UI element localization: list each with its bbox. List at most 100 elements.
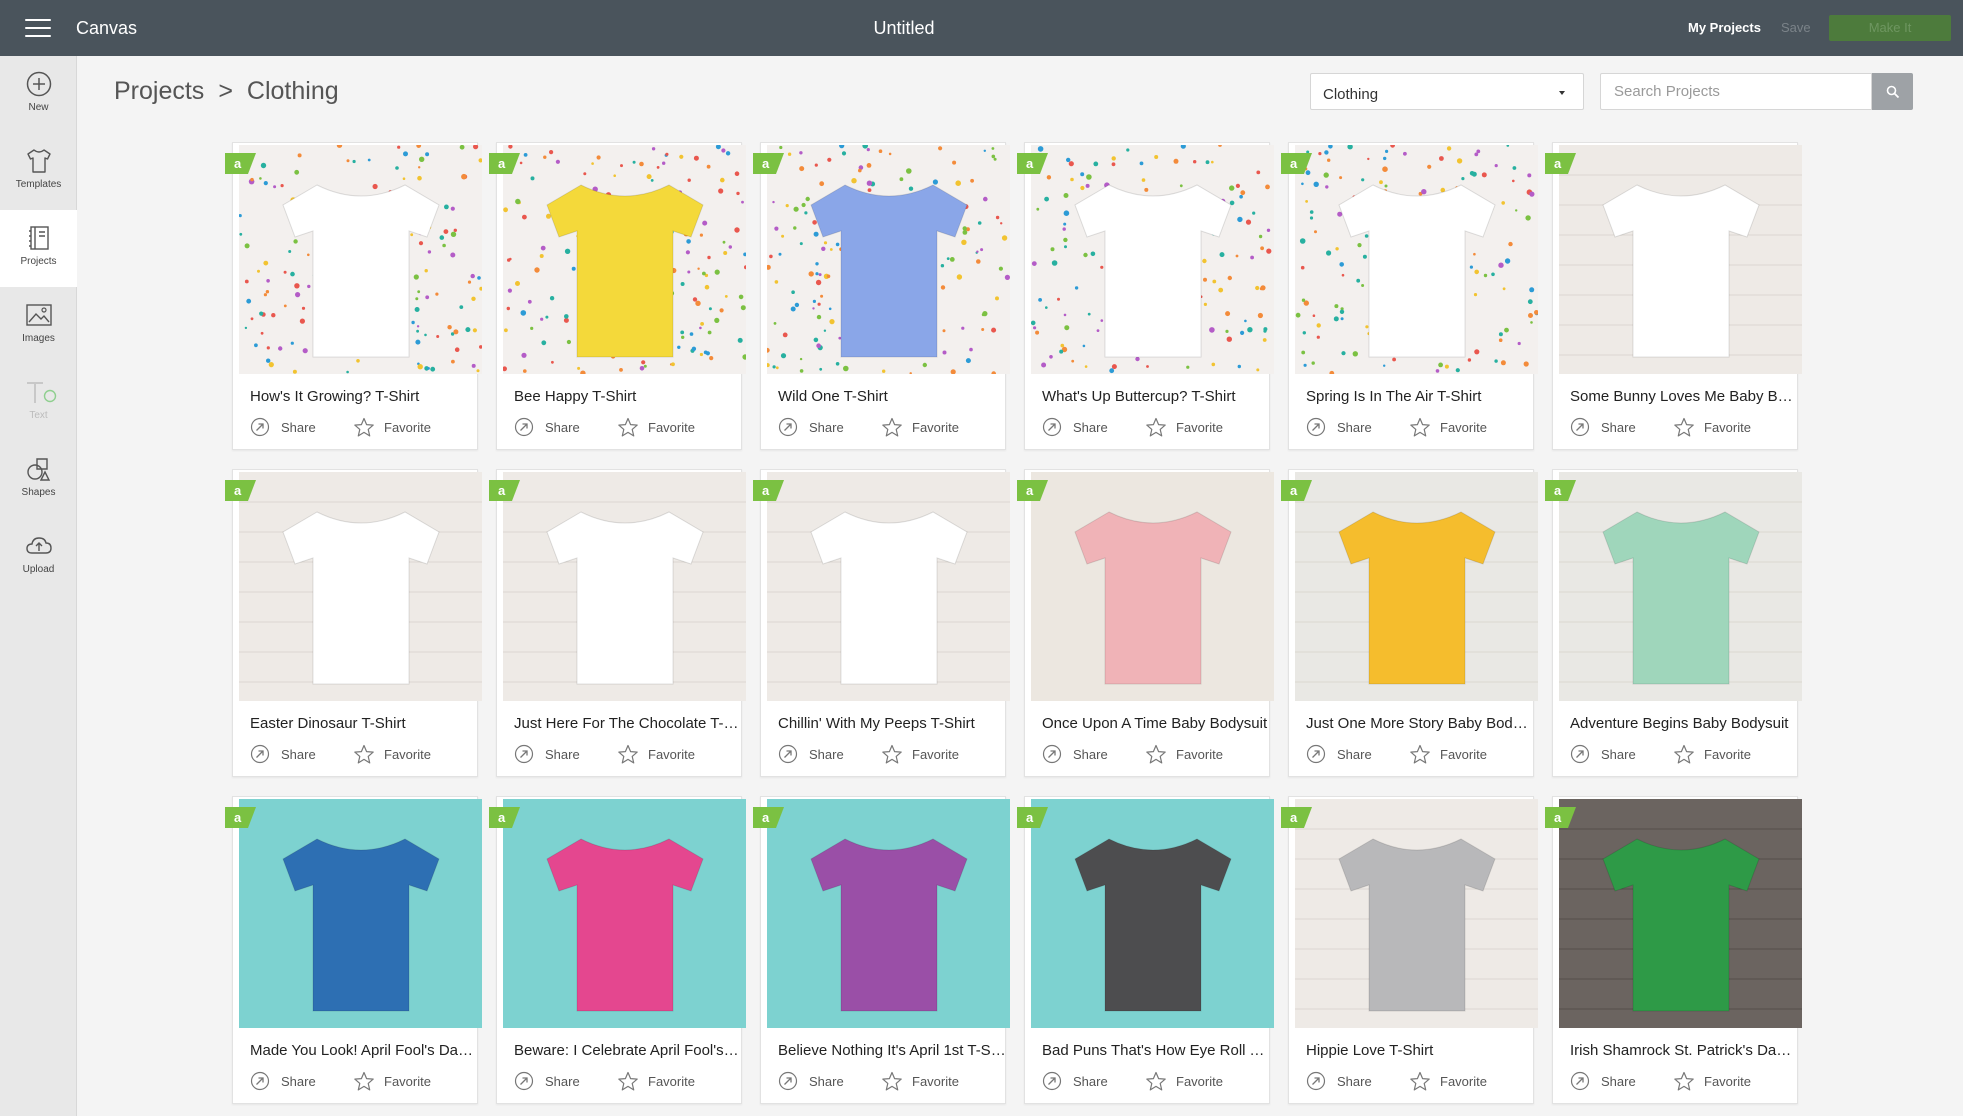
search-button[interactable] (1872, 73, 1913, 110)
project-card[interactable]: a Chillin' With My Peeps T-Shirt Share Favo… (753, 469, 1010, 777)
sidebar-item-projects[interactable]: Projects (0, 210, 77, 287)
search-input[interactable] (1600, 73, 1872, 110)
save-button[interactable]: Save (1781, 20, 1811, 35)
favorite-label: Favorite (1176, 420, 1223, 435)
project-thumbnail[interactable] (767, 799, 1010, 1028)
project-card[interactable]: a Just Here For The Chocolate T-Shirt Shar… (489, 469, 746, 777)
share-icon (1042, 744, 1062, 764)
project-thumbnail[interactable] (1295, 472, 1538, 701)
project-title[interactable]: Adventure Begins Baby Bodysuit (1570, 715, 1798, 732)
project-thumbnail[interactable] (767, 145, 1010, 374)
project-thumbnail[interactable] (239, 145, 482, 374)
share-label: Share (1337, 1074, 1372, 1089)
project-thumbnail[interactable] (239, 472, 482, 701)
svg-text:a: a (762, 810, 770, 825)
project-card[interactable]: a Easter Dinosaur T-Shirt Share Favorite (225, 469, 482, 777)
project-title[interactable]: Chillin' With My Peeps T-Shirt (778, 715, 1006, 732)
star-icon (1146, 1071, 1166, 1091)
share-label: Share (809, 420, 844, 435)
project-title[interactable]: Made You Look! April Fool's Day T-Shirt (250, 1042, 478, 1059)
category-dropdown[interactable]: Clothing (1310, 73, 1584, 110)
project-card[interactable]: a Bad Puns That's How Eye Roll T-Shirt Sha… (1017, 796, 1274, 1104)
project-thumbnail[interactable] (503, 799, 746, 1028)
project-title[interactable]: Just One More Story Baby Bodysuit (1306, 715, 1534, 732)
share-label: Share (1601, 1074, 1636, 1089)
share-icon (1570, 1071, 1590, 1091)
project-thumbnail[interactable] (1031, 799, 1274, 1028)
share-icon (778, 744, 798, 764)
project-title[interactable]: Bee Happy T-Shirt (514, 388, 742, 405)
favorite-label: Favorite (384, 1074, 431, 1089)
plus-circle-icon (26, 71, 51, 97)
project-thumbnail[interactable] (1559, 472, 1802, 701)
share-label: Share (545, 420, 580, 435)
project-thumbnail[interactable] (1295, 145, 1538, 374)
sidebar-item-templates[interactable]: Templates (0, 133, 77, 210)
favorite-label: Favorite (648, 747, 695, 762)
sidebar-item-text[interactable]: Text (0, 364, 77, 441)
project-thumbnail[interactable] (1295, 799, 1538, 1028)
project-card[interactable]: a Made You Look! April Fool's Day T-Shirt… (225, 796, 482, 1104)
project-card[interactable]: a Just One More Story Baby Bodysuit Share F… (1281, 469, 1538, 777)
sidebar-label: Projects (20, 256, 57, 267)
project-title[interactable]: What's Up Buttercup? T-Shirt (1042, 388, 1270, 405)
breadcrumb-projects[interactable]: Projects (114, 77, 204, 105)
top-bar: Canvas Untitled My Projects Save Make It (0, 0, 1963, 56)
access-badge-icon: a (1017, 480, 1048, 507)
project-title[interactable]: Once Upon A Time Baby Bodysuit (1042, 715, 1270, 732)
project-thumbnail[interactable] (1031, 145, 1274, 374)
project-card[interactable]: a Once Upon A Time Baby Bodysuit Share Favo… (1017, 469, 1274, 777)
project-card[interactable]: a How's It Growing? T-Shirt Share Favorite (225, 142, 482, 450)
tshirt-icon (26, 149, 51, 173)
project-title[interactable]: How's It Growing? T-Shirt (250, 388, 478, 405)
share-icon (1042, 1071, 1062, 1091)
access-badge-icon: a (225, 807, 256, 834)
project-thumbnail[interactable] (503, 472, 746, 701)
project-card[interactable]: a Irish Shamrock St. Patrick's Day T-Shir… (1545, 796, 1802, 1104)
project-title[interactable]: Some Bunny Loves Me Baby Bodysuit (1570, 388, 1798, 405)
project-card[interactable]: a Adventure Begins Baby Bodysuit Share Favo… (1545, 469, 1802, 777)
project-card[interactable]: a Bee Happy T-Shirt Share Favorite (489, 142, 746, 450)
sidebar-item-new[interactable]: New (0, 56, 77, 133)
star-icon (882, 744, 902, 764)
project-card[interactable]: a Believe Nothing It's April 1st T-Shirt S… (753, 796, 1010, 1104)
project-thumbnail[interactable] (239, 799, 482, 1028)
share-label: Share (1073, 1074, 1108, 1089)
project-card[interactable]: a Wild One T-Shirt Share Favorite (753, 142, 1010, 450)
project-thumbnail[interactable] (767, 472, 1010, 701)
svg-text:a: a (498, 156, 506, 171)
project-card[interactable]: a Hippie Love T-Shirt Share Favorite (1281, 796, 1538, 1104)
project-thumbnail[interactable] (1559, 145, 1802, 374)
project-card[interactable]: a Spring Is In The Air T-Shirt Share Favori… (1281, 142, 1538, 450)
project-title[interactable]: Spring Is In The Air T-Shirt (1306, 388, 1534, 405)
share-label: Share (809, 1074, 844, 1089)
project-thumbnail[interactable] (1559, 799, 1802, 1028)
make-it-button[interactable]: Make It (1829, 15, 1951, 41)
favorite-label: Favorite (912, 1074, 959, 1089)
access-badge-icon: a (1017, 807, 1048, 834)
project-title[interactable]: Bad Puns That's How Eye Roll T-Shirt (1042, 1042, 1270, 1059)
sidebar-item-shapes[interactable]: Shapes (0, 441, 77, 518)
project-thumbnail[interactable] (503, 145, 746, 374)
project-thumbnail[interactable] (1031, 472, 1274, 701)
my-projects-link[interactable]: My Projects (1688, 20, 1761, 35)
project-title[interactable]: Believe Nothing It's April 1st T-Shirt (778, 1042, 1006, 1059)
project-title[interactable]: Hippie Love T-Shirt (1306, 1042, 1534, 1059)
project-title[interactable]: Just Here For The Chocolate T-Shirt (514, 715, 742, 732)
project-title[interactable]: Wild One T-Shirt (778, 388, 1006, 405)
project-title[interactable]: Irish Shamrock St. Patrick's Day T-Shirt (1570, 1042, 1798, 1059)
sidebar-item-images[interactable]: Images (0, 287, 77, 364)
hamburger-menu-icon[interactable] (25, 19, 51, 37)
sidebar-label: Upload (22, 564, 55, 575)
project-card[interactable]: a What's Up Buttercup? T-Shirt Share Favori… (1017, 142, 1274, 450)
document-title[interactable]: Untitled (873, 18, 934, 38)
access-badge-icon: a (1545, 153, 1576, 180)
favorite-label: Favorite (1704, 747, 1751, 762)
project-title[interactable]: Easter Dinosaur T-Shirt (250, 715, 478, 732)
project-card[interactable]: a Some Bunny Loves Me Baby Bodysuit Share F… (1545, 142, 1802, 450)
sidebar-item-upload[interactable]: Upload (0, 518, 77, 595)
project-card[interactable]: a Beware: I Celebrate April Fool's Day T-… (489, 796, 746, 1104)
projects-icon (28, 226, 49, 250)
share-icon (514, 417, 534, 437)
project-title[interactable]: Beware: I Celebrate April Fool's Day T-S… (514, 1042, 742, 1059)
